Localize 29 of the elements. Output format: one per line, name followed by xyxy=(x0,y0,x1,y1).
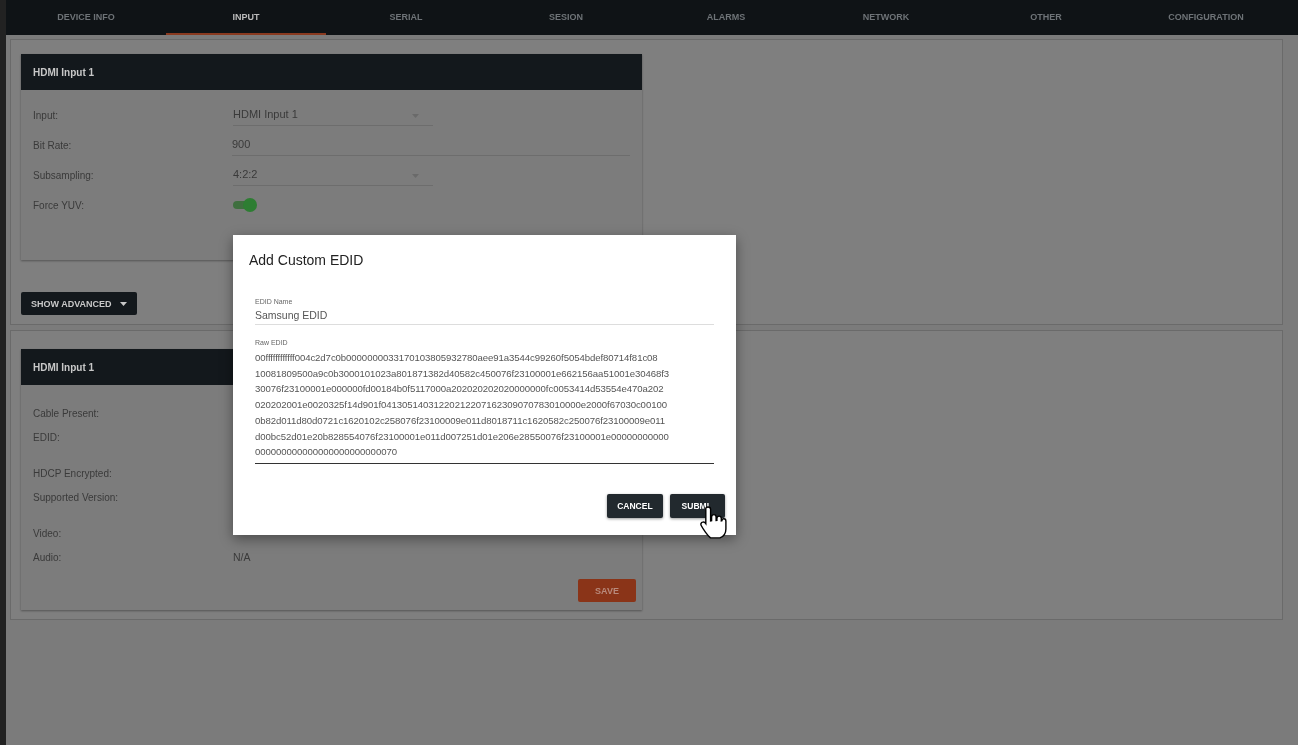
select-field[interactable]: 4:2:2 xyxy=(233,164,433,186)
nav-tab[interactable]: INPUT xyxy=(166,0,326,35)
nav-tab[interactable]: ALARMS xyxy=(646,0,806,35)
dialog-title: Add Custom EDID xyxy=(249,252,365,268)
field-label: Subsampling: xyxy=(33,169,95,181)
nav-tab[interactable]: SESION xyxy=(486,0,646,35)
nav-tab[interactable]: DEVICE INFO xyxy=(6,0,166,35)
field-label: Video: xyxy=(33,527,63,539)
field-label: Force YUV: xyxy=(33,199,86,211)
field-label: Input: xyxy=(33,109,60,121)
field-label: Audio: xyxy=(33,551,63,563)
submit-button[interactable]: SUBMI xyxy=(669,493,725,518)
field-label: Bit Rate: xyxy=(33,139,73,151)
cancel-button[interactable]: CANCEL xyxy=(607,493,663,518)
nav-tab[interactable]: SERIAL xyxy=(326,0,486,35)
show-advanced-button[interactable]: SHOW ADVANCED xyxy=(21,292,137,315)
nav-tab[interactable]: NETWORK xyxy=(806,0,966,35)
nav-tab[interactable]: OTHER xyxy=(966,0,1126,35)
nav-tab[interactable]: CONFIGURATION xyxy=(1126,0,1286,35)
card-title: HDMI Input 1 xyxy=(21,54,642,90)
input-field[interactable]: 900 xyxy=(232,134,630,156)
field-label: EDID: xyxy=(33,431,61,443)
field-label: HDCP Encrypted: xyxy=(33,467,113,479)
field-label: Supported Version: xyxy=(33,491,120,503)
toggle-switch[interactable] xyxy=(233,201,255,209)
select-field[interactable]: HDMI Input 1 xyxy=(233,104,433,126)
field-label: Cable Present: xyxy=(33,407,101,419)
save-button[interactable]: SAVE xyxy=(578,579,636,602)
caret-icon xyxy=(119,301,127,306)
